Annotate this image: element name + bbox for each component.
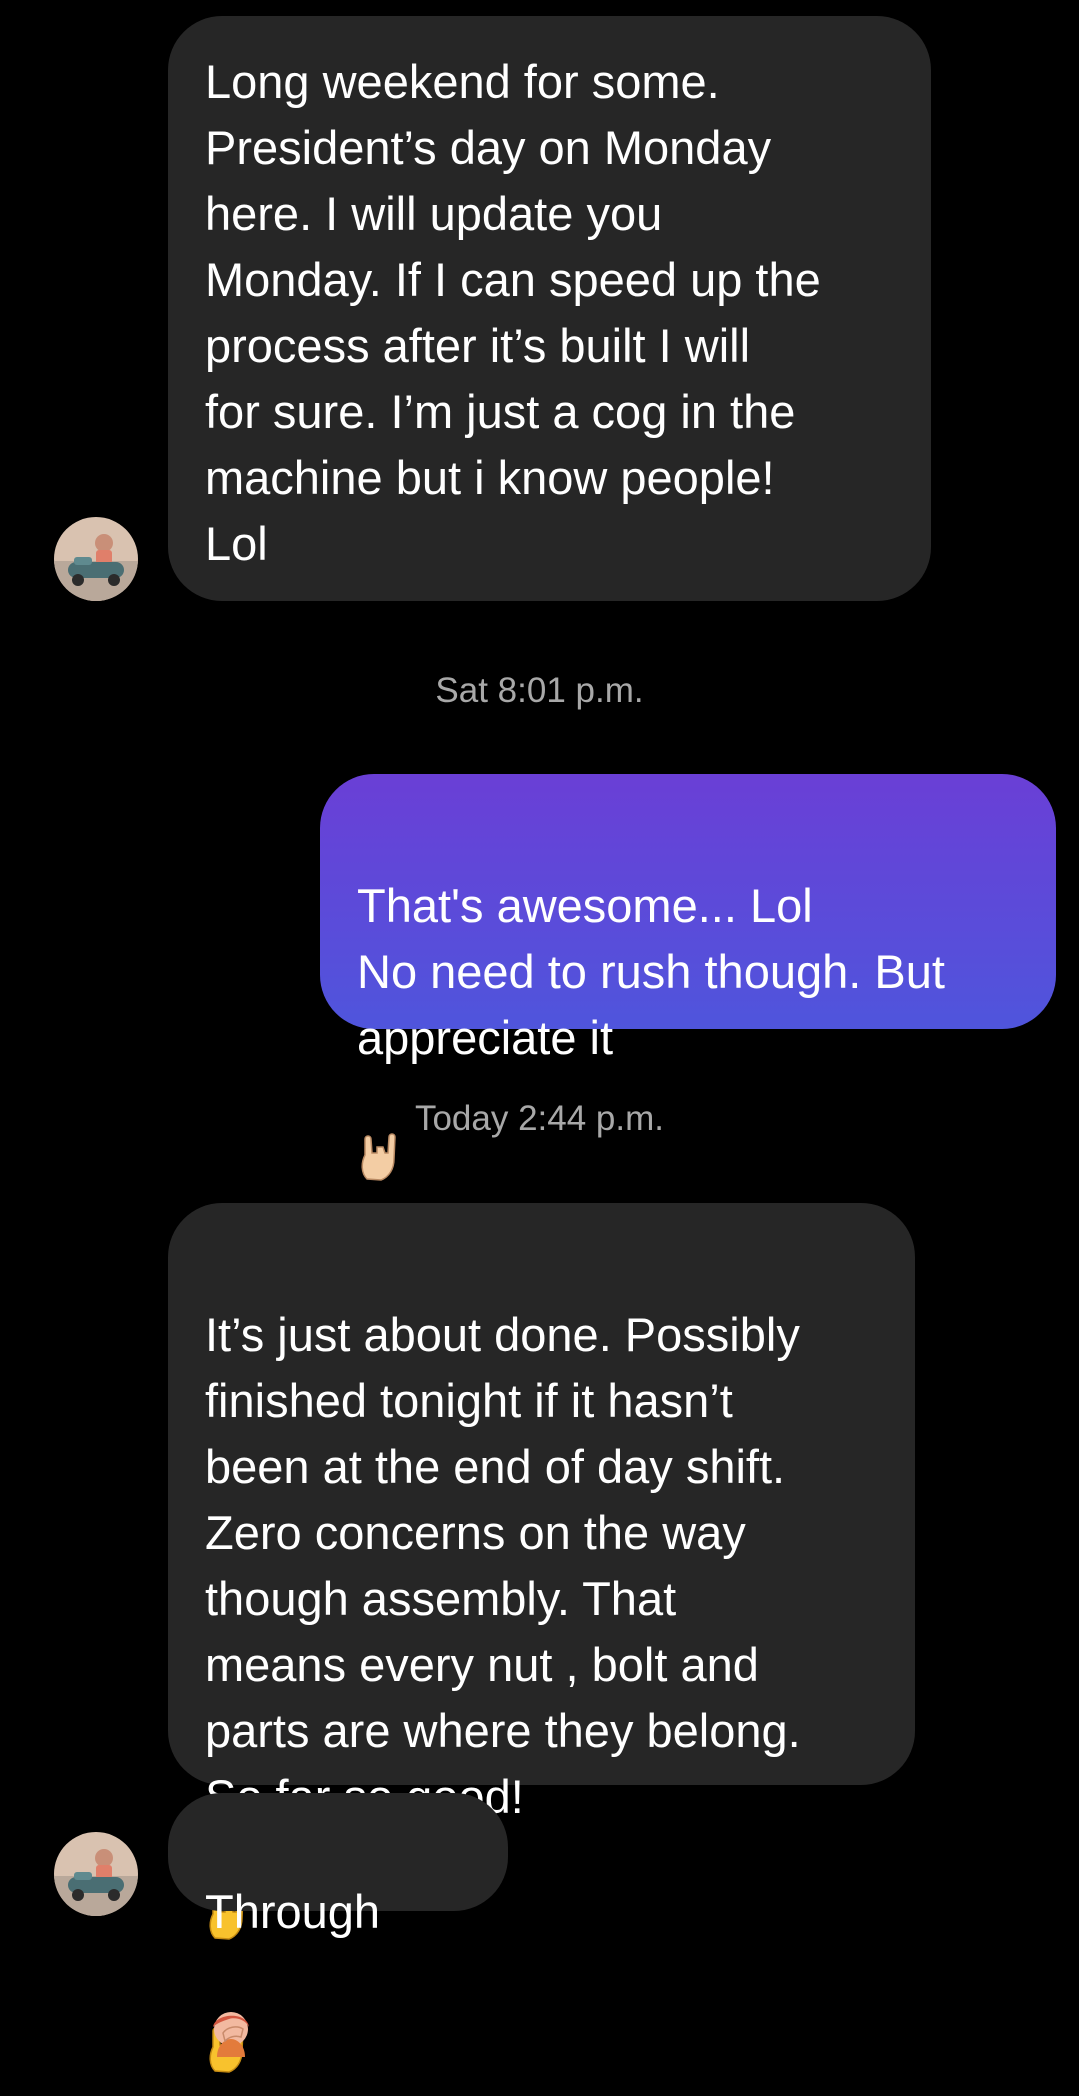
message-text: Through [205, 1813, 508, 2080]
message-text-content: It’s just about done. Possibly finished … [205, 1308, 801, 1823]
facepalm-emoji-icon [205, 1941, 257, 2076]
avatar[interactable] [54, 1832, 138, 1916]
avatar[interactable] [54, 517, 138, 601]
message-timestamp: Today 2:44 p.m. [414, 1099, 665, 1138]
message-bubble-incoming[interactable]: Long weekend for some. President’s day o… [168, 16, 931, 601]
message-bubble-incoming[interactable]: It’s just about done. Possibly finished … [168, 1203, 915, 2073]
profile-avatar-car-icon [54, 1832, 138, 1916]
message-text-content: Through [205, 1885, 381, 1938]
message-bubble-incoming[interactable]: Through [168, 1793, 508, 2057]
message-bubble-outgoing[interactable]: That's awesome... Lol No need to rush th… [320, 774, 1056, 1181]
message-text-content: That's awesome... Lol No need to rush th… [357, 879, 945, 1064]
message-text: Long weekend for some. President’s day o… [205, 55, 821, 570]
message-timestamp: Sat 8:01 p.m. [435, 671, 644, 710]
profile-avatar-car-icon [54, 517, 138, 601]
message-text: That's awesome... Lol No need to rush th… [357, 807, 1056, 1204]
